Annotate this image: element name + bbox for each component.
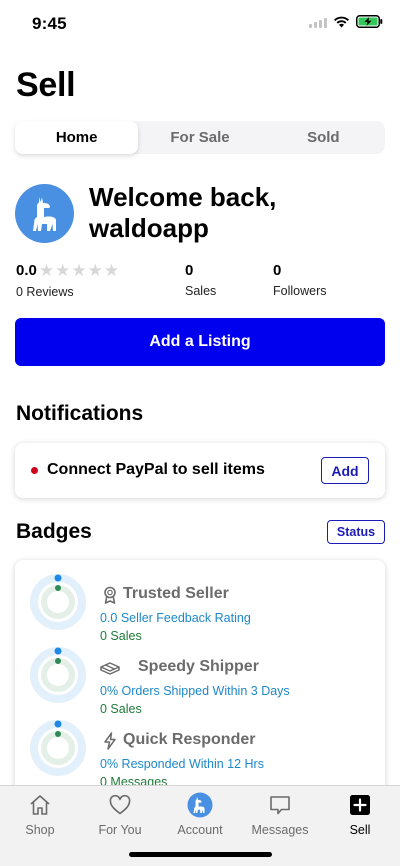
- tab-shop[interactable]: Shop: [0, 792, 80, 837]
- wifi-icon: [333, 15, 350, 33]
- badge-quick-responder[interactable]: Quick Responder 0% Responded Within 12 H…: [15, 720, 385, 790]
- tab-label: Account: [177, 823, 223, 837]
- tab-messages[interactable]: Messages: [240, 792, 320, 837]
- connect-paypal-add-button[interactable]: Add: [321, 457, 369, 484]
- badge-metric: 0% Responded Within 12 Hrs: [100, 757, 264, 771]
- rating-stat: 0.0 ★ ★ ★ ★ ★: [16, 262, 119, 279]
- status-bar: 9:45: [0, 0, 400, 48]
- alert-dot-icon: [31, 467, 38, 474]
- home-indicator[interactable]: [129, 852, 272, 857]
- notification-text: Connect PayPal to sell items: [47, 461, 265, 478]
- star-icon: ★: [71, 261, 87, 280]
- sales-label: Sales: [185, 284, 217, 298]
- badge-metric: 0.0 Seller Feedback Rating: [100, 611, 251, 625]
- tab-for-you[interactable]: For You: [80, 792, 160, 837]
- badges-heading: Badges: [16, 520, 92, 543]
- lightning-icon: [104, 732, 116, 750]
- segment-home[interactable]: Home: [15, 121, 139, 154]
- notifications-heading: Notifications: [16, 402, 144, 425]
- status-time: 9:45: [32, 14, 67, 33]
- segment-sold[interactable]: Sold: [262, 121, 385, 154]
- badge-speedy-shipper[interactable]: Speedy Shipper 0% Orders Shipped Within …: [15, 647, 385, 717]
- shipping-icon: [100, 662, 120, 675]
- badge-progress-ring: [30, 720, 86, 776]
- llama-avatar-icon: [187, 792, 213, 818]
- battery-charging-icon: [356, 15, 383, 33]
- notification-card: Connect PayPal to sell items Add: [15, 443, 385, 498]
- badge-trusted-seller[interactable]: Trusted Seller 0.0 Seller Feedback Ratin…: [15, 574, 385, 644]
- badges-card: Trusted Seller 0.0 Seller Feedback Ratin…: [15, 560, 385, 800]
- badge-count: 0 Sales: [100, 629, 142, 643]
- llama-icon: [32, 196, 56, 231]
- page-title: Sell: [16, 66, 76, 104]
- reviews-label[interactable]: 0 Reviews: [16, 285, 74, 299]
- badge-title: Speedy Shipper: [138, 658, 259, 675]
- welcome-heading: Welcome back, waldoapp: [89, 182, 277, 243]
- badge-title: Quick Responder: [123, 731, 256, 748]
- followers-stat[interactable]: 0 Followers: [273, 262, 327, 298]
- tab-label: Shop: [25, 823, 55, 837]
- add-listing-button[interactable]: Add a Listing: [15, 318, 385, 366]
- rating-value: 0.0: [16, 262, 37, 279]
- avatar[interactable]: [15, 184, 74, 243]
- badge-metric: 0% Orders Shipped Within 3 Days: [100, 684, 290, 698]
- cellular-signal-icon: [309, 15, 327, 33]
- followers-label: Followers: [273, 284, 327, 298]
- sales-count: 0: [185, 262, 194, 279]
- badge-title: Trusted Seller: [123, 585, 229, 602]
- segment-for-sale[interactable]: For Sale: [138, 121, 261, 154]
- star-icon: ★: [87, 261, 103, 280]
- segmented-control: Home For Sale Sold: [15, 121, 385, 154]
- home-icon: [30, 795, 50, 815]
- plus-square-icon: [350, 795, 370, 815]
- star-icon: ★: [55, 261, 71, 280]
- star-icon: ★: [38, 261, 55, 280]
- tab-sell[interactable]: Sell: [320, 792, 400, 837]
- tab-label: Messages: [251, 823, 309, 837]
- status-icons: [309, 15, 383, 33]
- followers-count: 0: [273, 262, 282, 279]
- sales-stat: 0 Sales: [185, 262, 216, 298]
- badge-count: 0 Sales: [100, 702, 142, 716]
- chat-bubble-icon: [270, 796, 290, 815]
- badge-progress-ring: [30, 574, 86, 630]
- badges-status-button[interactable]: Status: [327, 520, 385, 544]
- tab-account[interactable]: Account: [160, 792, 240, 837]
- heart-icon: [109, 794, 131, 815]
- tab-label: For You: [98, 823, 142, 837]
- rating-stars: ★ ★ ★ ★ ★: [39, 262, 119, 279]
- badge-progress-ring: [30, 647, 86, 703]
- star-icon: ★: [103, 261, 120, 280]
- ribbon-icon: [104, 586, 116, 604]
- tab-label: Sell: [349, 823, 371, 837]
